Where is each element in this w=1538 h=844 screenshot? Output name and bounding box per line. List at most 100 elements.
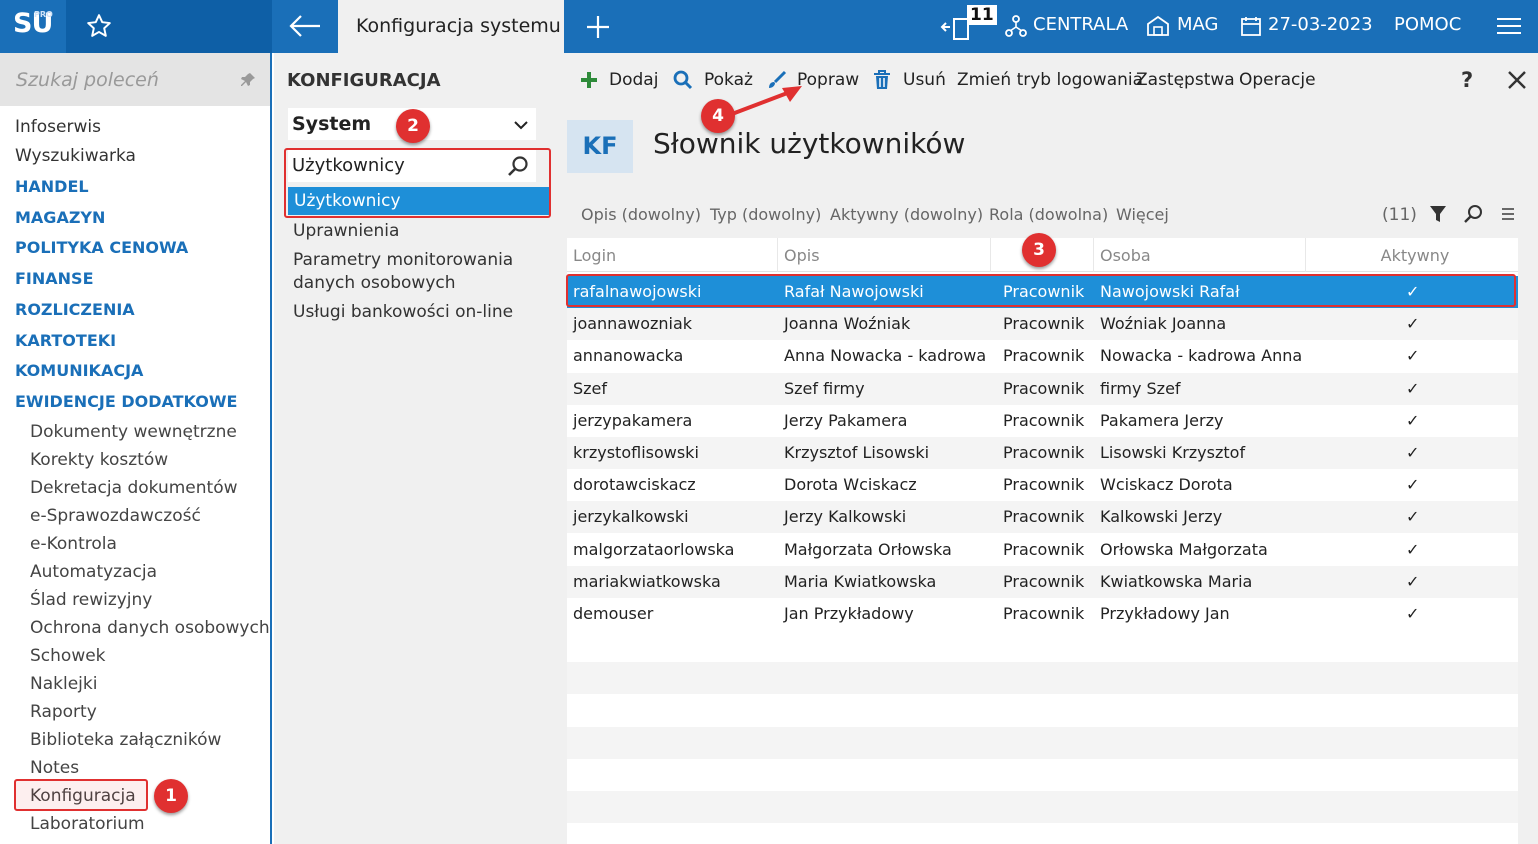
empty-row bbox=[567, 662, 1518, 695]
table-row[interactable]: jerzykalkowski Jerzy Kalkowski Pracownik Ka… bbox=[567, 501, 1518, 534]
cell-desc: Joanna Woźniak bbox=[784, 314, 911, 334]
magnifier-icon bbox=[673, 70, 693, 90]
cell-login: mariakwiatkowska bbox=[573, 571, 721, 591]
config-item-personal-data-monitoring[interactable]: Parametry monitorowania danych osobowych bbox=[293, 249, 551, 295]
config-category-value: System bbox=[292, 113, 372, 135]
empty-row bbox=[567, 726, 1518, 759]
filter-more[interactable]: Więcej bbox=[1116, 205, 1169, 224]
sidebar-item[interactable]: Wyszukiwarka bbox=[15, 146, 136, 166]
cell-desc: Jerzy Kalkowski bbox=[784, 507, 907, 527]
sidebar-item[interactable]: Biblioteka załączników bbox=[30, 730, 221, 750]
filter-description[interactable]: Opis (dowolny) bbox=[581, 205, 701, 224]
sidebar-item[interactable]: Infoserwis bbox=[15, 117, 101, 137]
sidebar-item[interactable]: Schowek bbox=[30, 646, 106, 666]
sidebar-item[interactable]: POLITYKA CENOWA bbox=[15, 238, 188, 257]
cell-desc: Jerzy Pakamera bbox=[784, 410, 908, 430]
annotation-marker-1: 1 bbox=[154, 779, 188, 813]
cell-active: ✓ bbox=[1406, 571, 1420, 591]
table-row[interactable]: dorotawciskacz Dorota Wciskacz Pracownik Wc… bbox=[567, 469, 1518, 501]
cell-role: Pracownik bbox=[1003, 346, 1085, 366]
date-selector[interactable]: 27-03-2023 bbox=[1268, 0, 1373, 53]
app-logo[interactable]: SU PRO bbox=[0, 0, 66, 53]
tab-system-configuration[interactable]: Konfiguracja systemu bbox=[338, 0, 564, 53]
branch-selector[interactable]: CENTRALA bbox=[1033, 0, 1128, 53]
column-login[interactable]: Login bbox=[567, 238, 778, 272]
delete-button[interactable]: Usuń bbox=[873, 68, 946, 92]
sidebar-item[interactable]: ROZLICZENIA bbox=[15, 300, 135, 319]
favorites-button[interactable] bbox=[66, 0, 272, 53]
sidebar-item[interactable]: Korekty kosztów bbox=[30, 450, 168, 470]
filter-role[interactable]: Rola (dowolna) bbox=[989, 205, 1108, 224]
close-icon[interactable] bbox=[1507, 70, 1527, 90]
table-row[interactable]: krzystoflisowski Krzysztof Lisowski Pracow… bbox=[567, 437, 1518, 469]
help-menu[interactable]: POMOC bbox=[1394, 0, 1461, 53]
sidebar-item[interactable]: KOMUNIKACJA bbox=[15, 361, 143, 380]
sidebar-item[interactable]: MAGAZYN bbox=[15, 208, 105, 227]
page-title: Słownik użytkowników bbox=[653, 127, 966, 160]
cell-desc: Szef firmy bbox=[784, 378, 865, 398]
back-button[interactable] bbox=[272, 0, 338, 53]
add-button[interactable]: Dodaj bbox=[579, 68, 658, 92]
filter-icon[interactable] bbox=[1429, 204, 1447, 224]
sidebar-item[interactable]: Ślad rewizyjny bbox=[30, 590, 152, 610]
substitutions-button[interactable]: Zastępstwa bbox=[1136, 68, 1235, 92]
sidebar-item[interactable]: e-Sprawozdawczość bbox=[30, 506, 201, 526]
config-item-online-banking[interactable]: Usługi bankowości on-line bbox=[293, 301, 551, 324]
column-person[interactable]: Osoba bbox=[1094, 238, 1306, 272]
sidebar-item[interactable]: Naklejki bbox=[30, 674, 97, 694]
chevron-down-icon bbox=[514, 121, 528, 130]
column-active[interactable]: Aktywny bbox=[1306, 238, 1518, 272]
table-row[interactable]: Szef Szef firmy Pracownik firmy Szef ✓ bbox=[567, 372, 1518, 405]
table-row[interactable]: joannawozniak Joanna Woźniak Pracownik Woźn… bbox=[567, 308, 1518, 341]
cell-login: joannawozniak bbox=[573, 314, 693, 334]
users-table: Login Opis Osoba Aktywny rafalnawojowski… bbox=[567, 238, 1518, 844]
plus-icon bbox=[581, 72, 597, 88]
cell-person: Lisowski Krzysztof bbox=[1100, 443, 1246, 462]
cell-person: Wciskacz Dorota bbox=[1100, 475, 1233, 495]
sidebar-item[interactable]: KARTOTEKI bbox=[15, 331, 116, 350]
table-row[interactable]: jerzypakamera Jerzy Pakamera Pracownik Paka… bbox=[567, 405, 1518, 437]
sidebar-item[interactable]: FINANSE bbox=[15, 269, 94, 288]
change-login-mode-button[interactable]: Zmień tryb logowania bbox=[957, 68, 1143, 92]
pin-icon[interactable] bbox=[240, 72, 256, 88]
star-icon bbox=[87, 14, 111, 37]
sidebar-item[interactable]: Raporty bbox=[30, 702, 97, 722]
sidebar-item[interactable]: Automatyzacja bbox=[30, 562, 157, 582]
sidebar-item[interactable]: HANDEL bbox=[15, 177, 89, 196]
table-row[interactable]: malgorzataorlowska Małgorzata Orłowska Pra… bbox=[567, 534, 1518, 566]
annotation-highlight-configuration bbox=[14, 779, 148, 811]
command-search-input[interactable]: Szukaj poleceń bbox=[0, 53, 270, 106]
sidebar-item[interactable]: Dekretacja dokumentów bbox=[30, 478, 238, 498]
sidebar-item[interactable]: e-Kontrola bbox=[30, 534, 117, 554]
hamburger-menu-icon[interactable] bbox=[1496, 16, 1522, 36]
cell-login: jerzykalkowski bbox=[573, 507, 689, 527]
search-icon[interactable] bbox=[1463, 204, 1483, 224]
cell-role: Pracownik bbox=[1003, 378, 1085, 398]
logo-badge: PRO bbox=[34, 10, 53, 19]
sidebar-item[interactable]: Dokumenty wewnętrzne bbox=[30, 422, 237, 442]
cell-active: ✓ bbox=[1406, 378, 1420, 398]
help-button[interactable]: ? bbox=[1461, 68, 1473, 92]
operations-button[interactable]: Operacje bbox=[1239, 68, 1316, 92]
navigation-sidebar: Szukaj poleceń Infoserwis Wyszukiwarka HAN… bbox=[0, 53, 272, 844]
sidebar-item[interactable]: Notes bbox=[30, 758, 79, 778]
sidebar-item[interactable]: EWIDENCJE DODATKOWE bbox=[15, 392, 237, 411]
cell-role: Pracownik bbox=[1003, 571, 1085, 591]
sidebar-item[interactable]: Laboratorium bbox=[30, 814, 145, 834]
cell-person: Woźniak Joanna bbox=[1100, 314, 1227, 334]
filter-active[interactable]: Aktywny (dowolny) bbox=[830, 205, 983, 224]
table-row[interactable]: demouser Jan Przykładowy Pracownik Przykład… bbox=[567, 598, 1518, 630]
config-item-permissions[interactable]: Uprawnienia bbox=[293, 220, 551, 243]
cell-active: ✓ bbox=[1406, 314, 1420, 334]
sidebar-item[interactable]: Ochrona danych osobowych bbox=[30, 618, 270, 638]
warehouse-selector[interactable]: MAG bbox=[1177, 0, 1218, 53]
table-row[interactable]: annanowacka Anna Nowacka - kadrowa Pracown… bbox=[567, 340, 1518, 372]
column-description[interactable]: Opis bbox=[778, 238, 991, 272]
new-tab-button[interactable] bbox=[584, 13, 612, 45]
annotation-highlight-users bbox=[284, 148, 551, 218]
table-row[interactable]: mariakwiatkowska Maria Kwiatkowska Pracown… bbox=[567, 565, 1518, 598]
list-menu-icon[interactable] bbox=[1501, 207, 1515, 221]
filter-type[interactable]: Typ (dowolny) bbox=[710, 205, 821, 224]
cell-desc: Anna Nowacka - kadrowa bbox=[784, 346, 987, 366]
command-search-placeholder: Szukaj poleceń bbox=[16, 69, 159, 91]
